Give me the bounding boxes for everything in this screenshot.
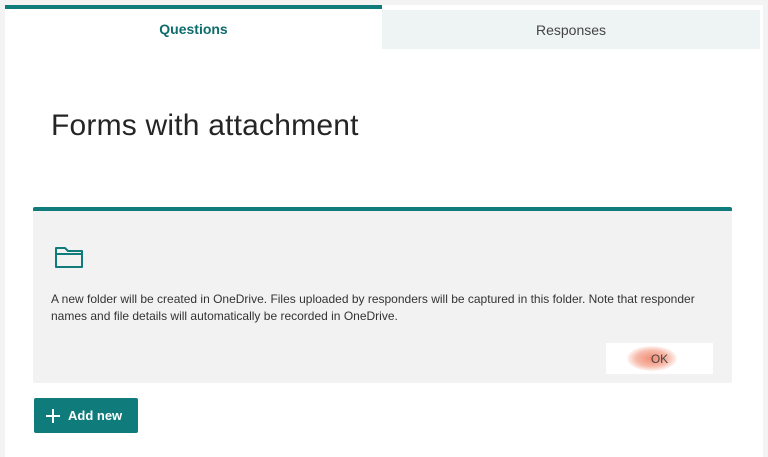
folder-icon (55, 247, 83, 268)
tab-responses[interactable]: Responses (382, 10, 760, 49)
tab-questions[interactable]: Questions (5, 5, 382, 49)
ok-button-label: OK (650, 351, 669, 366)
add-new-button[interactable]: Add new (34, 398, 138, 433)
tab-questions-label: Questions (159, 21, 228, 37)
attachment-notice: A new folder will be created in OneDrive… (33, 207, 732, 383)
form-title[interactable]: Forms with attachment (51, 109, 359, 143)
notice-message: A new folder will be created in OneDrive… (51, 292, 695, 323)
add-new-label: Add new (68, 408, 123, 423)
plus-icon (46, 408, 60, 423)
form-editor-page: Questions Responses Forms with attachmen… (5, 5, 763, 457)
tab-responses-label: Responses (535, 21, 607, 38)
tab-bar: Questions Responses (5, 5, 763, 49)
ok-button[interactable]: OK (606, 343, 713, 374)
